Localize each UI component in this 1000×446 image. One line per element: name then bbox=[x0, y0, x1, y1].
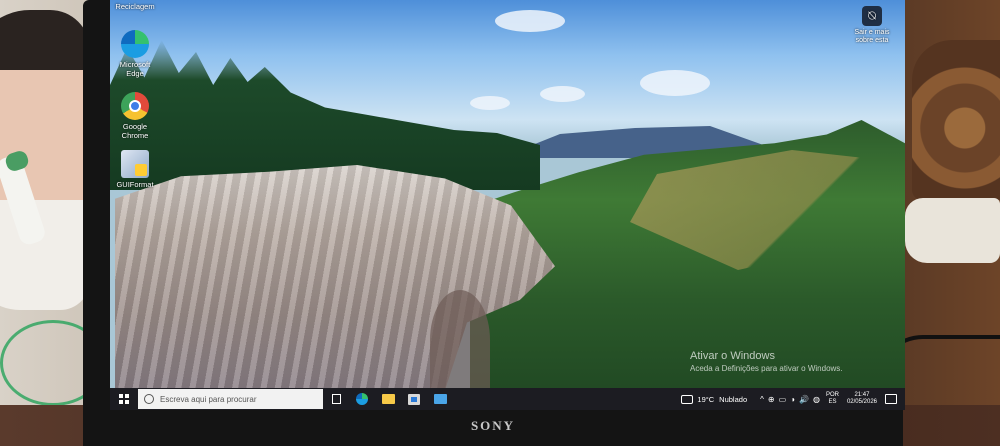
weather-widget[interactable]: 19°C Nublado bbox=[681, 394, 752, 404]
weather-condition: Nublado bbox=[719, 394, 748, 404]
desktop-icon-edge[interactable]: Microsoft Edge bbox=[110, 30, 160, 78]
activate-subtitle: Aceda a Definições para ativar o Windows… bbox=[690, 364, 843, 373]
wifi-icon[interactable]: ◍ bbox=[813, 395, 820, 404]
display-icon[interactable]: ◑ bbox=[790, 395, 795, 404]
weather-temp: 19°C bbox=[697, 394, 715, 404]
show-hidden-icons-icon[interactable]: ^ bbox=[760, 395, 764, 404]
desktop-screen: Reciclagem Microsoft Edge Google Chrome … bbox=[110, 0, 905, 410]
windows-logo-icon bbox=[119, 394, 129, 404]
activate-windows-watermark: Ativar o Windows Aceda a Definições para… bbox=[690, 350, 843, 373]
desktop-icon-chrome[interactable]: Google Chrome bbox=[110, 92, 160, 140]
brand-logo: SONY bbox=[470, 418, 516, 433]
notifications-icon[interactable] bbox=[885, 394, 897, 404]
network-icon[interactable]: ⊕ bbox=[768, 395, 775, 404]
clock-date: 02/05/2026 bbox=[846, 399, 877, 405]
system-tray: 19°C Nublado ^ ⊕ ▭ ◑ 🔊 ◍ POR ES 21:47 02… bbox=[681, 388, 905, 410]
language-code: POR bbox=[825, 392, 839, 398]
desktop-icon-label: Microsoft Edge bbox=[119, 60, 151, 78]
folder-icon bbox=[381, 394, 395, 404]
sign-out-shortcut[interactable]: ⍉ Sair e mais sobre esta bbox=[849, 6, 895, 45]
wallpaper-canyon-shadow bbox=[430, 290, 490, 390]
start-button[interactable] bbox=[110, 388, 138, 410]
taskbar-clock[interactable]: 21:47 02/05/2026 bbox=[847, 392, 877, 406]
white-cloth bbox=[905, 198, 1000, 263]
edge-icon bbox=[121, 30, 149, 58]
edge-icon bbox=[356, 393, 368, 405]
store-icon bbox=[408, 393, 420, 405]
cloud-icon bbox=[681, 394, 694, 404]
cloud bbox=[495, 10, 565, 32]
guiformat-icon bbox=[121, 150, 149, 178]
search-input[interactable] bbox=[160, 394, 315, 404]
tray-icons: ^ ⊕ ▭ ◑ 🔊 ◍ bbox=[760, 395, 820, 404]
wood-carving bbox=[912, 40, 1000, 200]
keyboard-layout: ES bbox=[828, 399, 837, 405]
battery-icon[interactable]: ▭ bbox=[779, 395, 787, 404]
desktop-icon-recycle-bin[interactable]: Reciclagem bbox=[110, 2, 160, 11]
desktop-icon-label: Google Chrome bbox=[121, 122, 149, 140]
taskbar: 19°C Nublado ^ ⊕ ▭ ◑ 🔊 ◍ POR ES 21:47 02… bbox=[110, 388, 905, 410]
activate-title: Ativar o Windows bbox=[690, 350, 775, 362]
sign-out-icon: ⍉ bbox=[862, 6, 882, 26]
language-indicator[interactable]: POR ES bbox=[826, 392, 839, 406]
taskbar-mail-button[interactable] bbox=[430, 388, 450, 410]
search-icon bbox=[144, 394, 154, 404]
task-view-icon bbox=[331, 394, 341, 404]
taskbar-search-box[interactable] bbox=[138, 389, 323, 409]
taskbar-store-button[interactable] bbox=[404, 388, 424, 410]
chrome-icon bbox=[121, 92, 149, 120]
cloud bbox=[540, 86, 585, 102]
clock-time: 21:47 bbox=[854, 392, 870, 398]
mail-icon bbox=[433, 394, 447, 404]
task-view-button[interactable] bbox=[326, 388, 346, 410]
cloud bbox=[470, 96, 510, 110]
sign-out-label: Sair e mais sobre esta bbox=[854, 29, 890, 44]
cloud bbox=[640, 70, 710, 96]
volume-icon[interactable]: 🔊 bbox=[799, 395, 809, 404]
desktop-icon-label: Reciclagem bbox=[115, 2, 155, 11]
taskbar-file-explorer-button[interactable] bbox=[378, 388, 398, 410]
taskbar-edge-button[interactable] bbox=[352, 388, 372, 410]
desktop-icon-label: GUIFormat bbox=[116, 180, 154, 189]
desktop-icon-guiformat[interactable]: GUIFormat bbox=[110, 150, 160, 189]
